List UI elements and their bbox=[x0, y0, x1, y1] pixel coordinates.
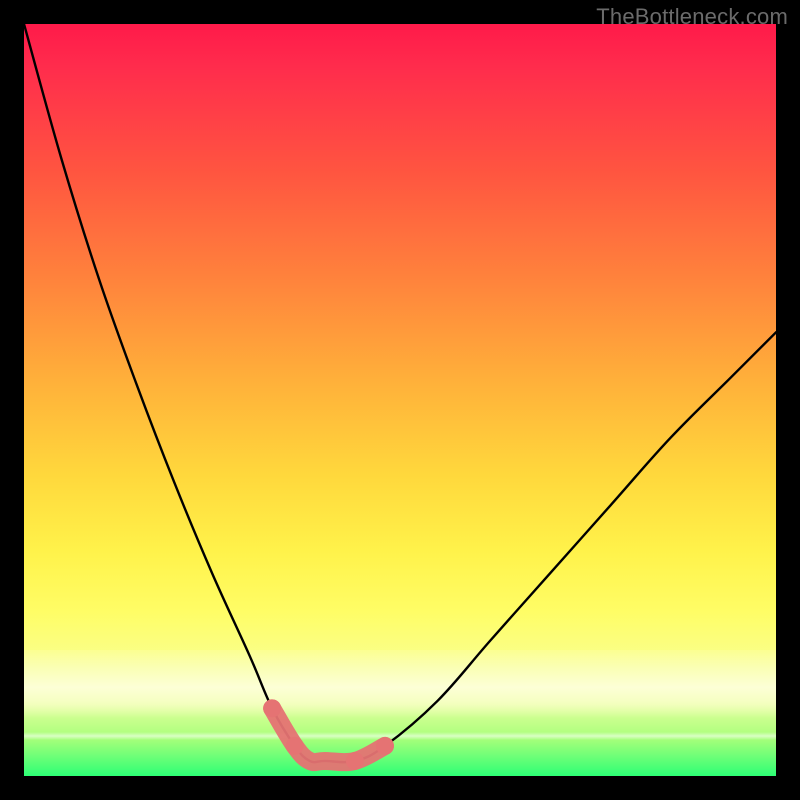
optimal-range-dot bbox=[263, 699, 281, 717]
plot-area bbox=[24, 24, 776, 776]
highlight-line bbox=[24, 732, 776, 740]
optimal-range-dot bbox=[346, 752, 364, 770]
bottleneck-curve bbox=[24, 24, 776, 762]
optimal-range-marker bbox=[272, 708, 385, 762]
optimal-range-dot bbox=[376, 737, 394, 755]
chart-stage: TheBottleneck.com bbox=[0, 0, 800, 800]
pale-yellow-band bbox=[24, 650, 776, 718]
optimal-range-dot bbox=[286, 737, 304, 755]
curves-layer bbox=[24, 24, 776, 776]
